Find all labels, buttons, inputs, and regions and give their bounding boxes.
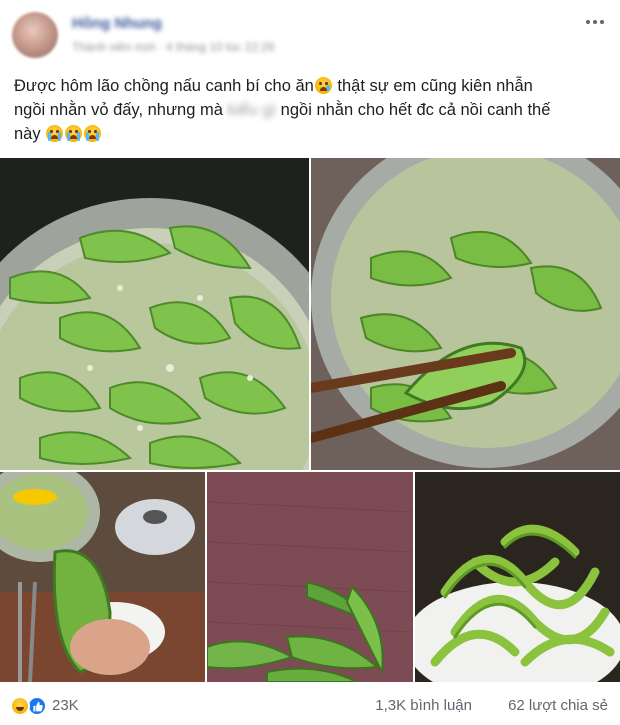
post-footer: 23K 1,3K bình luận 62 lượt chia sẻ: [0, 686, 620, 725]
post-text-line2: ngồi nhằn vỏ đấy, nhưng mà: [14, 101, 228, 119]
photo-peeled-squash-in-hand[interactable]: [0, 472, 205, 682]
photo-chopsticks-lifting-squash[interactable]: [311, 158, 620, 470]
photo-squash-peels-on-towel[interactable]: [207, 472, 413, 682]
post-meta: Thành viên mới · 4 tháng 10 lúc 22:26: [72, 40, 275, 54]
crying-emoji-icon: [46, 125, 64, 142]
like-reaction-icon[interactable]: [27, 696, 47, 716]
more-dot-icon: [593, 20, 597, 24]
post-text-line3: này: [14, 125, 41, 143]
haha-reaction-icon[interactable]: [10, 696, 30, 716]
photo-plate-of-squash-peels[interactable]: [415, 472, 620, 682]
comments-count-link[interactable]: 1,3K bình luận: [375, 697, 472, 714]
post-text-line2-end: ngồi nhằn cho hết đc cả nồi canh thế: [276, 101, 551, 119]
more-dot-icon: [586, 20, 590, 24]
post-text: Được hôm lão chồng nấu canh bí cho ăn th…: [14, 74, 610, 146]
author-name[interactable]: Hồng Nhung: [72, 15, 162, 32]
sad-tear-emoji-icon: [314, 77, 332, 94]
post-header: Hồng Nhung Thành viên mới · 4 tháng 10 l…: [0, 0, 620, 62]
shares-count-link[interactable]: 62 lượt chia sẻ: [508, 697, 608, 714]
crying-emoji-icon: [65, 125, 83, 142]
reaction-count[interactable]: 23K: [52, 697, 79, 714]
post-text-line1-end: thật sự em cũng kiên nhẫn: [332, 77, 533, 95]
photo-grid: [0, 158, 620, 682]
avatar[interactable]: [12, 12, 58, 58]
redacted-text: kiểu gì: [227, 101, 277, 119]
more-dot-icon: [600, 20, 604, 24]
post-text-line1: Được hôm lão chồng nấu canh bí cho ăn: [14, 77, 314, 95]
photo-pot-of-squash-soup[interactable]: [0, 158, 309, 470]
crying-emoji-icon: [84, 125, 102, 142]
more-options-button[interactable]: [580, 10, 610, 34]
